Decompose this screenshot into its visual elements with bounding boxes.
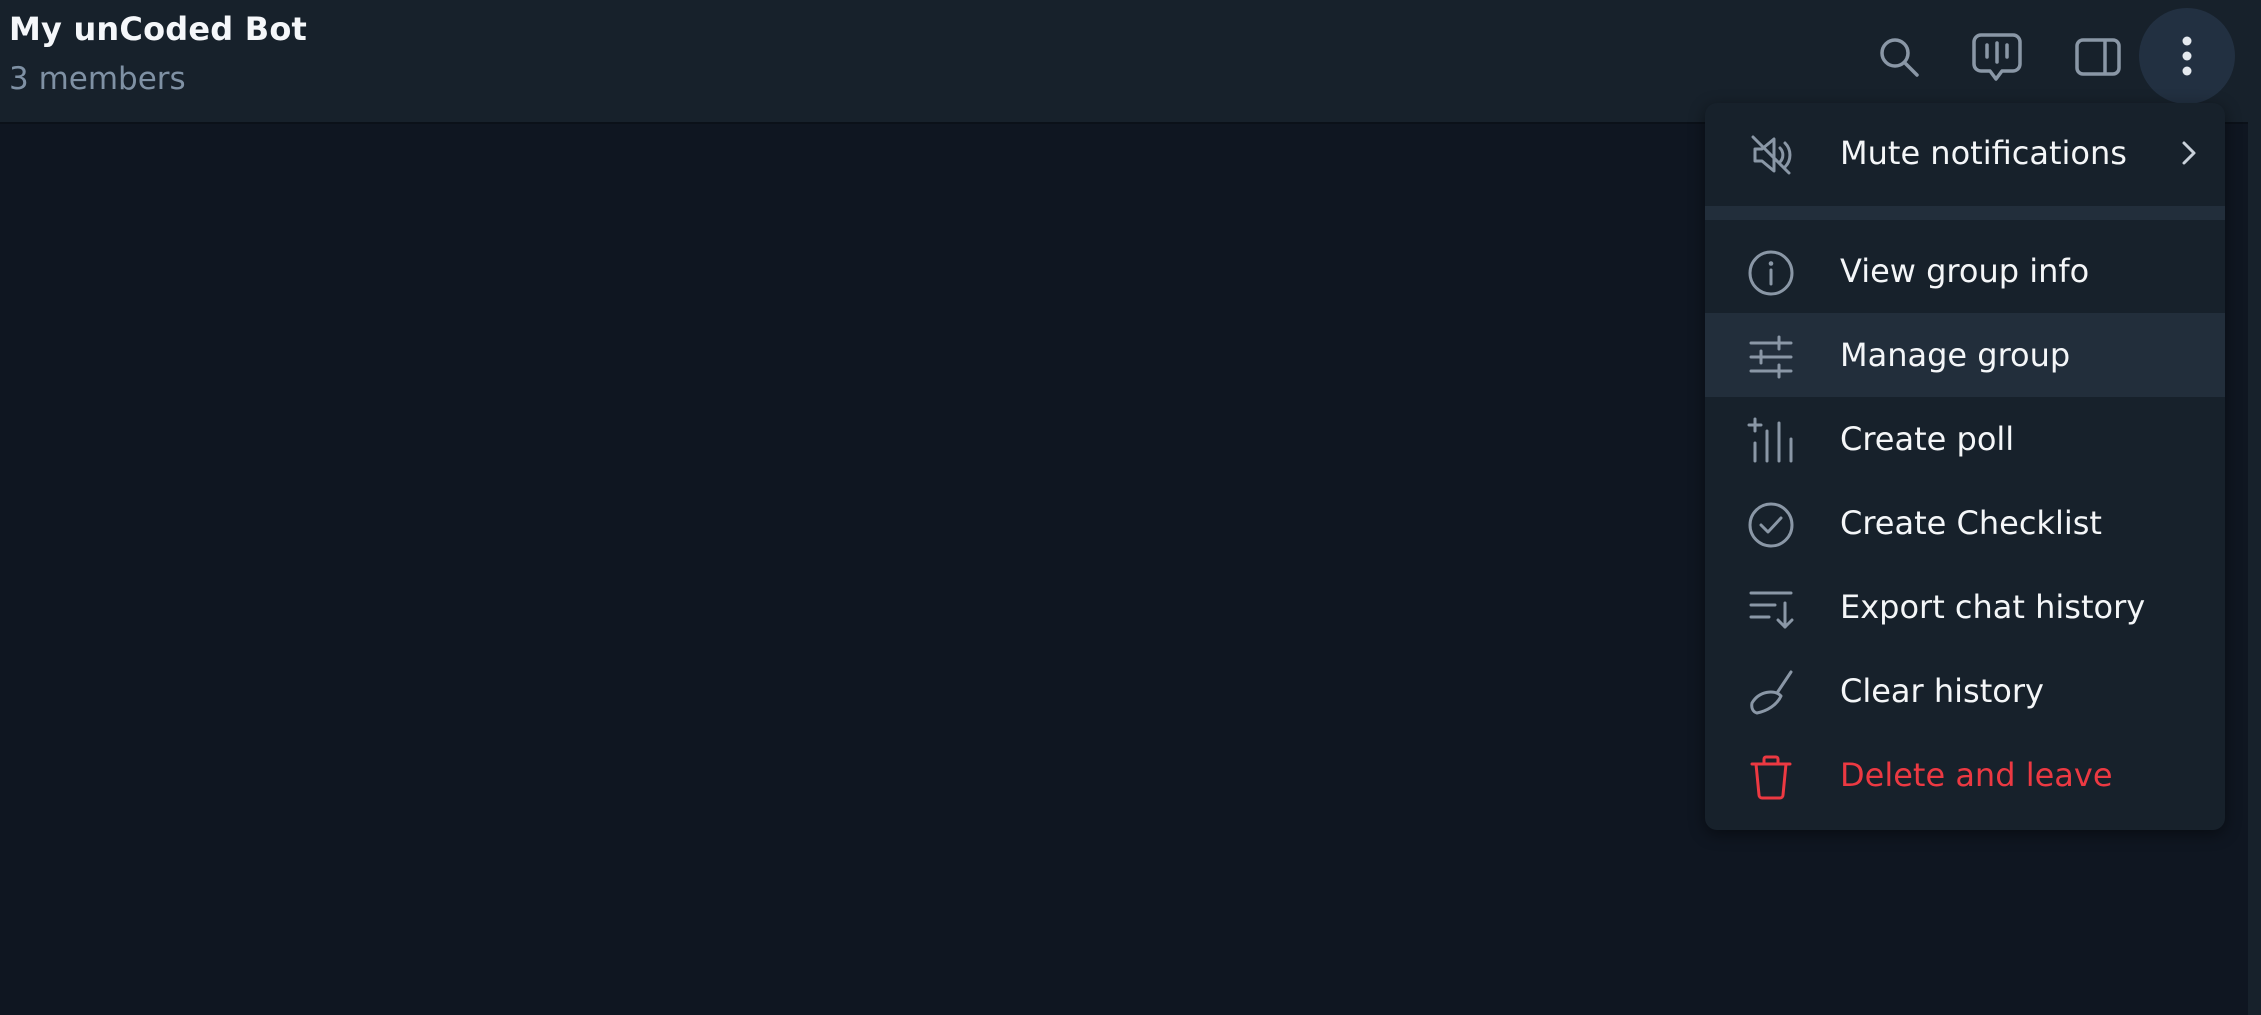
menu-item-label: View group info bbox=[1840, 252, 2090, 290]
chat-options-menu: Mute notifications View group info Manag… bbox=[1705, 103, 2225, 830]
info-icon bbox=[1748, 250, 1794, 296]
chevron-right-icon bbox=[2182, 141, 2196, 165]
menu-item-delete-and-leave[interactable]: Delete and leave bbox=[1705, 733, 2225, 817]
member-count[interactable]: 3 members bbox=[9, 61, 186, 97]
trash-icon bbox=[1750, 755, 1792, 800]
menu-item-label: Clear history bbox=[1840, 672, 2044, 710]
muted-bell-icon bbox=[1751, 135, 1792, 175]
menu-item-create-checklist[interactable]: Create Checklist bbox=[1705, 481, 2225, 565]
menu-item-label: Delete and leave bbox=[1840, 756, 2113, 794]
menu-divider bbox=[1705, 206, 2225, 220]
menu-item-clear-history[interactable]: Clear history bbox=[1705, 649, 2225, 733]
menu-item-label: Mute notifications bbox=[1840, 134, 2127, 172]
menu-item-create-poll[interactable]: Create poll bbox=[1705, 397, 2225, 481]
menu-item-label: Create poll bbox=[1840, 420, 2015, 458]
chat-title[interactable]: My unCoded Bot bbox=[9, 10, 307, 48]
scrollbar-track bbox=[2248, 0, 2261, 1015]
more-vertical-icon bbox=[2182, 36, 2192, 76]
video-chat-button[interactable] bbox=[1950, 14, 2044, 100]
menu-item-label: Create Checklist bbox=[1840, 504, 2102, 542]
sidebar-toggle-button[interactable] bbox=[2051, 14, 2145, 100]
menu-item-view-group-info[interactable]: View group info bbox=[1705, 229, 2225, 313]
search-icon bbox=[1880, 38, 1919, 77]
sidebar-toggle-icon bbox=[2075, 38, 2121, 76]
sliders-icon bbox=[1749, 335, 1793, 379]
broom-icon bbox=[1750, 670, 1793, 715]
export-icon bbox=[1749, 591, 1794, 629]
video-chat-icon bbox=[1972, 33, 2022, 81]
menu-item-export-chat-history[interactable]: Export chat history bbox=[1705, 565, 2225, 649]
search-button[interactable] bbox=[1852, 14, 1946, 100]
menu-item-mute-notifications[interactable]: Mute notifications bbox=[1705, 111, 2225, 195]
chat-window: My unCoded Bot 3 members Mute notificati… bbox=[0, 0, 2261, 1015]
more-options-button[interactable] bbox=[2139, 8, 2235, 104]
checklist-icon bbox=[1748, 502, 1794, 548]
poll-icon bbox=[1747, 417, 1793, 463]
menu-item-manage-group[interactable]: Manage group bbox=[1705, 313, 2225, 397]
menu-item-label: Export chat history bbox=[1840, 588, 2146, 626]
menu-item-label: Manage group bbox=[1840, 336, 2071, 374]
